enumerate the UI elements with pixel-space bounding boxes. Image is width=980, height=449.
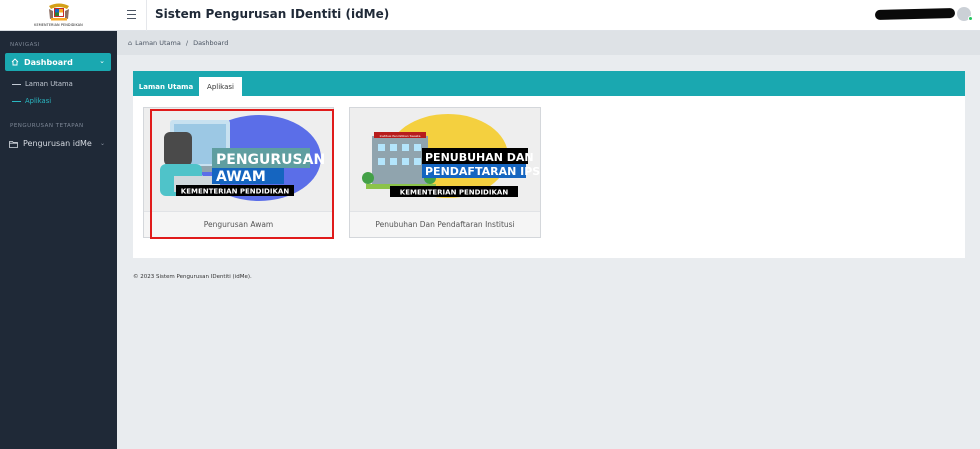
sidebar-item-label: Pengurusan idMe bbox=[23, 139, 92, 148]
sidebar-item-pengurusan-idme[interactable]: Pengurusan idMe ⌄ bbox=[9, 139, 111, 148]
card-tab-bar: Laman Utama Aplikasi bbox=[133, 71, 965, 96]
top-header: Sistem Pengurusan IDentiti (idMe) bbox=[117, 0, 980, 31]
sidebar-item-dashboard[interactable]: Dashboard ⌄ bbox=[5, 53, 111, 71]
sidebar-item-label: Aplikasi bbox=[25, 97, 52, 105]
sidebar-item-laman-utama[interactable]: Laman Utama bbox=[12, 80, 73, 88]
sidebar-item-label: Dashboard bbox=[24, 57, 73, 67]
sidebar: KEMENTERIAN PENDIDIKAN NAVIGASI Dashboar… bbox=[0, 0, 117, 449]
home-icon: ⌂ bbox=[128, 39, 133, 47]
tab-laman-utama[interactable]: Laman Utama bbox=[138, 77, 194, 96]
penubuhan-illustration: Institusi Pendidikan Swasta PENUBUHAN DA… bbox=[350, 108, 540, 212]
sidebar-item-label: Laman Utama bbox=[25, 80, 73, 88]
logo[interactable]: KEMENTERIAN PENDIDIKAN bbox=[0, 0, 117, 31]
breadcrumb: ⌂ Laman Utama / Dashboard bbox=[117, 31, 980, 55]
banner-line1: PENUBUHAN DAN bbox=[425, 151, 534, 164]
app-tile-penubuhan[interactable]: Institusi Pendidikan Swasta PENUBUHAN DA… bbox=[349, 107, 541, 238]
hamburger-icon[interactable] bbox=[127, 10, 136, 19]
banner-line2: PENDAFTARAN IPS bbox=[425, 165, 540, 178]
sidebar-item-aplikasi[interactable]: Aplikasi bbox=[12, 97, 51, 105]
divider bbox=[146, 0, 147, 31]
folder-icon bbox=[9, 140, 18, 148]
home-icon bbox=[11, 58, 19, 66]
user-name-redacted bbox=[874, 7, 956, 21]
chevron-down-icon: ⌄ bbox=[99, 57, 105, 65]
dash-icon bbox=[12, 83, 21, 85]
footer: © 2023 Sistem Pengurusan IDentiti (idMe)… bbox=[133, 274, 252, 280]
malaysia-crest bbox=[48, 3, 69, 21]
online-status-dot bbox=[968, 16, 973, 21]
app-tile-caption: Penubuhan Dan Pendaftaran Institusi bbox=[350, 211, 540, 237]
banner-sub: KEMENTERIAN PENDIDIKAN bbox=[400, 189, 509, 197]
breadcrumb-home[interactable]: Laman Utama bbox=[135, 39, 181, 47]
chevron-down-icon: ⌄ bbox=[99, 140, 105, 147]
breadcrumb-separator: / bbox=[185, 39, 189, 47]
selection-highlight bbox=[150, 109, 334, 239]
logo-text: KEMENTERIAN PENDIDIKAN bbox=[34, 23, 83, 27]
nav-section-pengurusan: PENGURUSAN TETAPAN bbox=[10, 123, 84, 129]
building-sign: Institusi Pendidikan Swasta bbox=[380, 134, 421, 138]
breadcrumb-current: Dashboard bbox=[193, 39, 229, 47]
app-banner-image: Institusi Pendidikan Swasta PENUBUHAN DA… bbox=[350, 108, 540, 212]
page-title: Sistem Pengurusan IDentiti (idMe) bbox=[155, 7, 390, 21]
tab-aplikasi[interactable]: Aplikasi bbox=[199, 77, 242, 96]
dash-icon bbox=[12, 100, 21, 102]
nav-section-navigasi: NAVIGASI bbox=[10, 42, 41, 48]
